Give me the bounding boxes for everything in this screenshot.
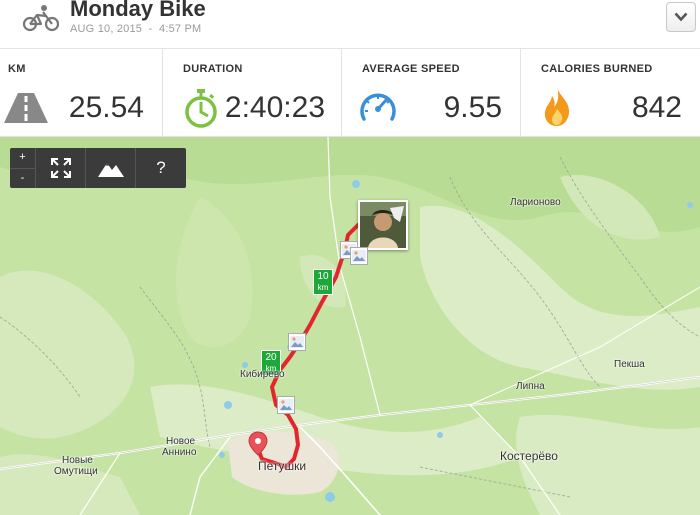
map-background: [0, 137, 700, 515]
image-icon: [279, 399, 293, 411]
help-button[interactable]: ?: [136, 148, 186, 188]
speedometer-icon: [360, 93, 396, 121]
options-dropdown-button[interactable]: [666, 2, 696, 32]
stat-label: DURATION: [183, 63, 243, 75]
terrain-button[interactable]: [86, 148, 136, 188]
zoom-controls: + -: [10, 148, 36, 188]
km-marker-unit: km: [317, 283, 329, 292]
activity-photo: [360, 202, 406, 248]
activity-header: Monday Bike AUG 10, 2015 - 4:57 PM: [0, 0, 700, 48]
chevron-down-icon: [674, 12, 688, 22]
activity-datetime: AUG 10, 2015 - 4:57 PM: [70, 23, 201, 35]
stat-label: KM: [8, 63, 26, 75]
stat-value: 25.54: [68, 91, 144, 124]
road-icon: [4, 93, 48, 123]
km-marker-10: 10 km: [313, 269, 333, 295]
activity-date: AUG 10, 2015: [70, 23, 143, 35]
bike-icon: [22, 5, 60, 32]
stats-bar: KM 25.54 DURATION 2:40:23 AVERAGE SPEED …: [0, 48, 700, 137]
town-label: Пекша: [614, 359, 645, 370]
town-label: Новые: [62, 455, 93, 466]
stat-duration: DURATION 2:40:23: [163, 49, 342, 137]
photo-marker[interactable]: [277, 396, 295, 414]
flame-icon: [544, 87, 570, 126]
zoom-out-button[interactable]: -: [10, 168, 35, 189]
datetime-separator: -: [148, 23, 153, 35]
photo-marker[interactable]: [350, 247, 368, 265]
town-label: Костерёво: [500, 449, 558, 463]
stat-value: 842: [631, 91, 682, 124]
photo-marker[interactable]: [288, 333, 306, 351]
town-label: Новое: [166, 436, 196, 447]
zoom-in-button[interactable]: +: [10, 148, 35, 168]
stat-average-speed: AVERAGE SPEED 9.55: [342, 49, 521, 137]
map-toolbar: + - ?: [10, 148, 186, 188]
km-marker-number: 10: [317, 271, 329, 282]
page-title: Monday Bike: [70, 0, 206, 21]
town-label: Петушки: [258, 459, 307, 473]
route-map[interactable]: + - ? 10 km 20 km Ларионово Пекша Липна …: [0, 137, 700, 515]
stat-value: 9.55: [443, 91, 502, 124]
stat-distance: KM 25.54: [0, 49, 163, 137]
image-icon: [290, 336, 304, 348]
stat-value: 2:40:23: [224, 91, 325, 124]
km-marker-number: 20: [265, 352, 277, 363]
town-label: Кибирево: [240, 369, 285, 380]
stat-label: AVERAGE SPEED: [362, 63, 460, 75]
activity-time: 4:57 PM: [159, 23, 202, 35]
fullscreen-button[interactable]: [36, 148, 86, 188]
fullscreen-icon: [50, 158, 71, 178]
image-icon: [352, 250, 366, 262]
town-label: Липна: [516, 381, 545, 392]
town-label: Ларионово: [510, 197, 561, 208]
stat-label: CALORIES BURNED: [541, 63, 653, 75]
town-label: Омутищи: [54, 466, 98, 477]
mountain-icon: [97, 163, 124, 177]
stat-calories: CALORIES BURNED 842: [521, 49, 700, 137]
town-label: Аннино: [162, 447, 197, 458]
stopwatch-icon: [185, 89, 217, 128]
activity-photo-thumbnail[interactable]: [358, 200, 408, 250]
